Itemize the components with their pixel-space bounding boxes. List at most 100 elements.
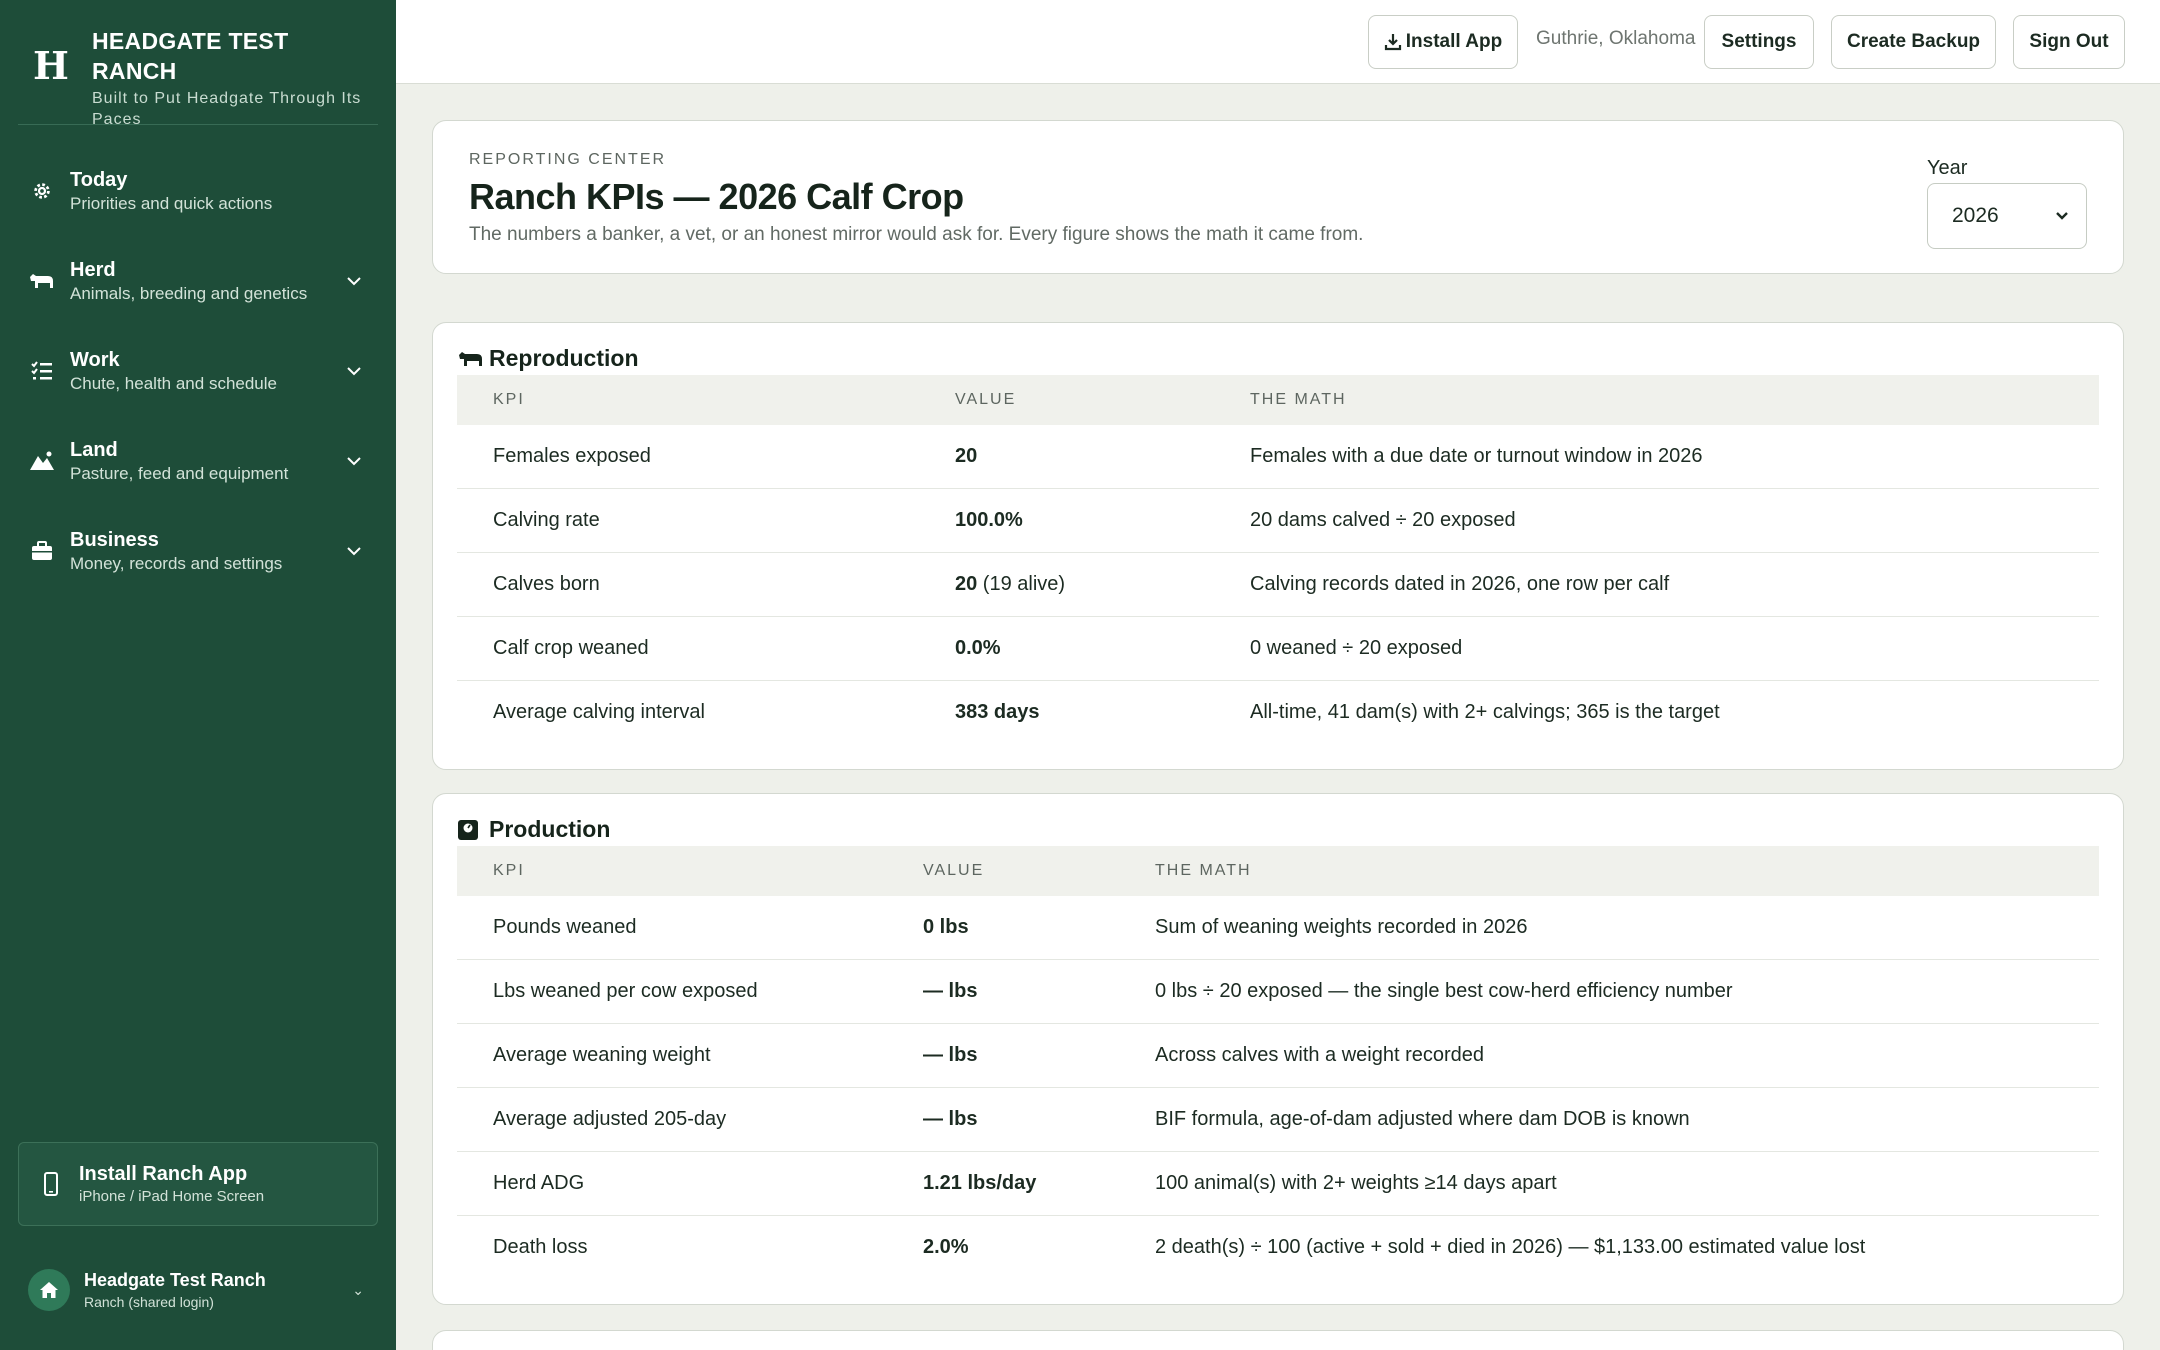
table-header: KPI VALUE THE MATH xyxy=(457,375,2099,425)
create-backup-button[interactable]: Create Backup xyxy=(1831,15,1996,69)
checklist-icon xyxy=(28,357,56,385)
kpi-value: — lbs xyxy=(923,1108,978,1130)
column-header-kpi: KPI xyxy=(493,862,525,879)
table-row: Calves born 20 (19 alive) Calving record… xyxy=(457,553,2099,617)
kpi-value: 0 lbs xyxy=(923,916,969,938)
reproduction-card: Reproduction KPI VALUE THE MATH Females … xyxy=(432,322,2124,770)
briefcase-icon xyxy=(28,537,56,565)
section-title-text: Production xyxy=(489,816,611,842)
table-row: Death loss 2.0% 2 death(s) ÷ 100 (active… xyxy=(457,1216,2099,1280)
kpi-name: Death loss xyxy=(493,1236,588,1258)
next-section-card xyxy=(432,1330,2124,1350)
page-title: Ranch KPIs — 2026 Calf Crop xyxy=(469,176,964,217)
sidebar-item-land[interactable]: Land Pasture, feed and equipment xyxy=(28,426,378,496)
sidebar-item-work[interactable]: Work Chute, health and schedule xyxy=(28,336,378,406)
table-row: Calf crop weaned 0.0% 0 weaned ÷ 20 expo… xyxy=(457,617,2099,681)
year-label: Year xyxy=(1927,157,1968,179)
sidebar: H HEADGATE TEST RANCH Built to Put Headg… xyxy=(0,0,396,1350)
sidebar-divider xyxy=(18,124,378,125)
production-table: KPI VALUE THE MATH Pounds weaned 0 lbs S… xyxy=(457,846,2099,1280)
kpi-name: Average adjusted 205-day xyxy=(493,1108,727,1130)
column-header-math: THE MATH xyxy=(1155,862,1252,879)
kpi-value: 1.21 lbs/day xyxy=(923,1172,1037,1194)
kpi-value-cell: 20 (19 alive) xyxy=(955,573,1065,596)
kpi-name: Calving rate xyxy=(493,509,600,531)
install-ranch-app-card[interactable]: Install Ranch App iPhone / iPad Home Scr… xyxy=(18,1142,378,1226)
kpi-math: Across calves with a weight recorded xyxy=(1155,1044,1485,1066)
install-card-title: Install Ranch App xyxy=(79,1163,248,1185)
headgate-logo-icon: H xyxy=(33,43,69,88)
kpi-name: Pounds weaned xyxy=(493,916,637,938)
sidebar-item-sub: Chute, health and schedule xyxy=(70,374,277,393)
sidebar-item-label: Land xyxy=(70,439,118,461)
kpi-name: Lbs weaned per cow exposed xyxy=(493,980,758,1002)
year-select-value: 2026 xyxy=(1952,204,1999,227)
sign-out-button[interactable]: Sign Out xyxy=(2013,15,2125,69)
cow-icon xyxy=(28,267,56,295)
kpi-name: Herd ADG xyxy=(493,1172,585,1194)
column-header-math: THE MATH xyxy=(1250,391,1347,408)
chevron-down-icon[interactable] xyxy=(340,447,368,475)
table-row: Average adjusted 205-day — lbs BIF formu… xyxy=(457,1088,2099,1152)
sidebar-item-today[interactable]: Today Priorities and quick actions xyxy=(28,156,378,226)
chevron-down-icon[interactable] xyxy=(340,357,368,385)
install-app-label: Install App xyxy=(1405,31,1503,52)
table-row: Herd ADG 1.21 lbs/day 100 animal(s) with… xyxy=(457,1152,2099,1216)
section-title: Production xyxy=(457,816,610,843)
column-header-value: VALUE xyxy=(955,391,1017,408)
ranch-location: Guthrie, Oklahoma xyxy=(1536,28,1696,49)
kpi-value: 20 xyxy=(955,445,978,467)
chevron-down-icon[interactable] xyxy=(340,267,368,295)
column-header-value: VALUE xyxy=(923,862,985,879)
kpi-math: Calving records dated in 2026, one row p… xyxy=(1250,573,1670,595)
table-row: Lbs weaned per cow exposed — lbs 0 lbs ÷… xyxy=(457,960,2099,1024)
kpi-math: 20 dams calved ÷ 20 exposed xyxy=(1250,509,1516,531)
account-switcher[interactable]: Headgate Test Ranch Ranch (shared login)… xyxy=(28,1264,368,1316)
install-card-sub: iPhone / iPad Home Screen xyxy=(79,1188,265,1205)
kpi-math: BIF formula, age-of-dam adjusted where d… xyxy=(1155,1108,1690,1130)
settings-button[interactable]: Settings xyxy=(1704,15,1814,69)
account-sub: Ranch (shared login) xyxy=(84,1294,214,1310)
sidebar-item-label: Herd xyxy=(70,259,116,281)
brand-title: HEADGATE TEST RANCH xyxy=(92,28,289,84)
kpi-math: 0 weaned ÷ 20 exposed xyxy=(1250,637,1463,659)
kpi-value: 0.0% xyxy=(955,637,1001,659)
kpi-value: 100.0% xyxy=(955,509,1023,531)
kpi-math: Females with a due date or turnout windo… xyxy=(1250,445,1703,467)
table-row: Average calving interval 383 days All-ti… xyxy=(457,681,2099,745)
reproduction-table: KPI VALUE THE MATH Females exposed 20 Fe… xyxy=(457,375,2099,745)
chevron-down-icon[interactable]: ⌄ xyxy=(352,1282,364,1299)
report-header-card: REPORTING CENTER Ranch KPIs — 2026 Calf … xyxy=(432,120,2124,274)
chevron-down-icon[interactable] xyxy=(340,537,368,565)
brand[interactable]: H HEADGATE TEST RANCH Built to Put Headg… xyxy=(32,26,372,130)
gear-icon xyxy=(28,177,56,205)
table-row: Average weaning weight — lbs Across calv… xyxy=(457,1024,2099,1088)
column-header-kpi: KPI xyxy=(493,391,525,408)
section-title: Reproduction xyxy=(457,345,639,372)
kpi-math: 0 lbs ÷ 20 exposed — the single best cow… xyxy=(1155,980,1733,1002)
sidebar-item-label: Business xyxy=(70,529,159,551)
kpi-math: 2 death(s) ÷ 100 (active + sold + died i… xyxy=(1155,1236,1866,1258)
sidebar-item-label: Today xyxy=(70,169,128,191)
page-eyebrow: REPORTING CENTER xyxy=(469,151,667,168)
download-icon xyxy=(1384,34,1401,51)
top-bar: Install App Guthrie, Oklahoma Settings C… xyxy=(396,0,2160,84)
table-row: Pounds weaned 0 lbs Sum of weaning weigh… xyxy=(457,896,2099,960)
sidebar-item-herd[interactable]: Herd Animals, breeding and genetics xyxy=(28,246,378,316)
kpi-math: Sum of weaning weights recorded in 2026 xyxy=(1155,916,1528,938)
kpi-value-extra: (19 alive) xyxy=(977,573,1066,595)
section-title-text: Reproduction xyxy=(489,345,639,371)
sidebar-item-sub: Money, records and settings xyxy=(70,554,283,573)
sidebar-item-business[interactable]: Business Money, records and settings xyxy=(28,516,378,586)
kpi-value: — lbs xyxy=(923,980,978,1002)
install-app-button[interactable]: Install App xyxy=(1368,15,1518,69)
kpi-math: All-time, 41 dam(s) with 2+ calvings; 36… xyxy=(1250,701,1720,723)
sidebar-item-sub: Animals, breeding and genetics xyxy=(70,284,308,303)
phone-icon xyxy=(37,1170,65,1198)
scale-icon xyxy=(457,818,485,842)
kpi-name: Average calving interval xyxy=(493,701,705,723)
mountain-icon xyxy=(28,447,56,475)
kpi-value: 20 xyxy=(955,573,978,595)
year-select[interactable]: 2026 xyxy=(1927,183,2087,249)
kpi-name: Average weaning weight xyxy=(493,1044,711,1066)
